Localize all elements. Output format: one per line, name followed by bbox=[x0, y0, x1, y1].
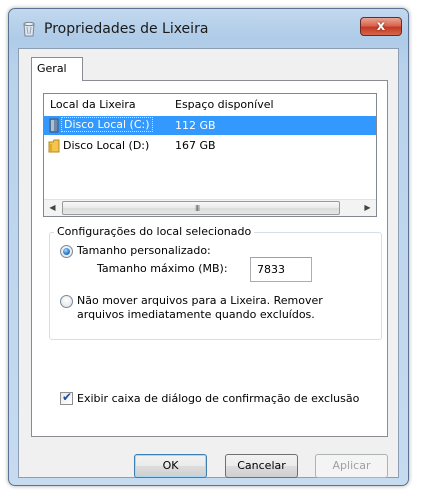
scroll-right-icon[interactable]: ▶ bbox=[359, 200, 376, 216]
tab-geral[interactable]: Geral bbox=[31, 57, 83, 81]
confirm-dialog-checkbox[interactable]: ✔ bbox=[60, 390, 73, 405]
max-size-label: Tamanho máximo (MB): bbox=[97, 262, 228, 275]
ok-button[interactable]: OK bbox=[134, 454, 207, 478]
group-label: Configurações do local selecionado bbox=[54, 225, 255, 238]
custom-size-radio[interactable] bbox=[60, 245, 73, 258]
selected-location-settings-group: Configurações do local selecionado Taman… bbox=[49, 225, 382, 340]
scroll-left-icon[interactable]: ◀ bbox=[44, 200, 61, 216]
recycle-bin-locations-list[interactable]: Local da Lixeira Espaço disponível Disco… bbox=[43, 93, 377, 217]
recycle-bin-icon bbox=[21, 21, 37, 37]
max-size-input[interactable]: 7833 bbox=[250, 257, 312, 282]
location-space: 112 GB bbox=[175, 119, 216, 132]
dialog-client-area: Geral Local da Lixeira Espaço disponível… bbox=[18, 48, 399, 478]
location-name: Disco Local (D:) bbox=[63, 139, 150, 152]
properties-window: Propriedades de Lixeira x Geral Local da… bbox=[8, 8, 409, 486]
custom-size-label[interactable]: Tamanho personalizado: bbox=[77, 244, 211, 257]
checkmark-icon: ✔ bbox=[62, 390, 73, 404]
location-space: 167 GB bbox=[175, 139, 216, 152]
close-button[interactable]: x bbox=[360, 17, 402, 36]
list-item[interactable]: Disco Local (C:) 112 GB bbox=[44, 116, 376, 135]
list-item[interactable]: Disco Local (D:) 167 GB bbox=[44, 136, 376, 155]
tab-page-geral: Local da Lixeira Espaço disponível Disco… bbox=[31, 80, 388, 437]
no-move-label-line2[interactable]: arquivos imediatamente quando excluídos. bbox=[77, 308, 315, 321]
window-title: Propriedades de Lixeira bbox=[44, 21, 209, 37]
horizontal-scrollbar[interactable]: ◀ III ▶ bbox=[44, 199, 376, 216]
column-header-free-space[interactable]: Espaço disponível bbox=[175, 98, 274, 111]
no-move-label-line1[interactable]: Não mover arquivos para a Lixeira. Remov… bbox=[77, 294, 323, 307]
apply-button[interactable]: Aplicar bbox=[315, 454, 388, 478]
column-header-location[interactable]: Local da Lixeira bbox=[50, 98, 136, 111]
scroll-grip: III bbox=[195, 204, 200, 213]
no-move-radio[interactable] bbox=[60, 295, 73, 308]
location-name: Disco Local (C:) bbox=[61, 117, 153, 132]
title-bar[interactable]: Propriedades de Lixeira x bbox=[9, 9, 408, 43]
list-header: Local da Lixeira Espaço disponível bbox=[44, 94, 376, 116]
folder-drive-icon bbox=[48, 138, 60, 153]
confirm-dialog-label[interactable]: Exibir caixa de diálogo de confirmação d… bbox=[77, 392, 359, 405]
cancel-button[interactable]: Cancelar bbox=[225, 454, 298, 478]
drive-icon bbox=[48, 118, 60, 133]
close-icon: x bbox=[376, 19, 386, 34]
scrollbar-thumb[interactable]: III bbox=[62, 201, 340, 215]
